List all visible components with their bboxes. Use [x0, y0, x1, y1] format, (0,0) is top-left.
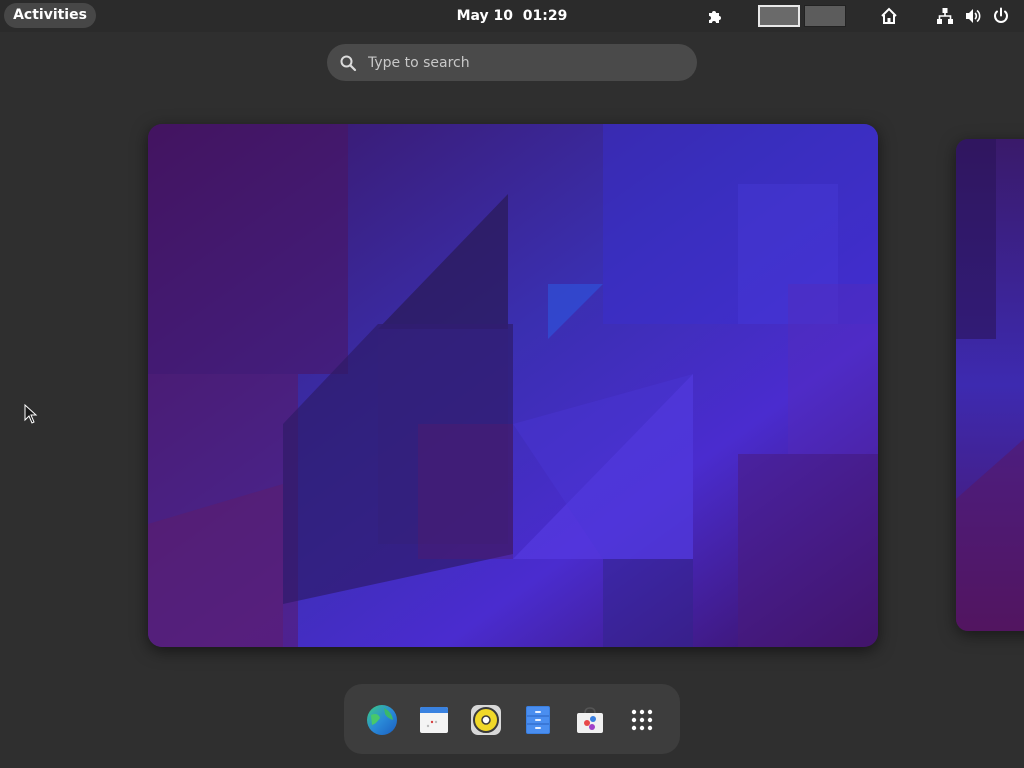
clock-button[interactable]: May 10 01:29: [430, 0, 594, 32]
system-status-menu[interactable]: [930, 0, 1016, 32]
software-store-icon[interactable]: [573, 703, 607, 737]
workspace-thumb-1[interactable]: [758, 5, 800, 27]
workspace-thumbnail-current[interactable]: [148, 124, 878, 647]
mouse-cursor-icon: [24, 404, 38, 424]
workspace-thumbnail-next[interactable]: [956, 139, 1024, 631]
home-icon[interactable]: [878, 0, 900, 32]
rhythmbox-music-icon[interactable]: [469, 703, 503, 737]
web-browser-icon[interactable]: [365, 703, 399, 737]
volume-icon: [963, 6, 983, 26]
power-icon: [991, 6, 1011, 26]
clock-date: May 10: [456, 8, 514, 24]
files-cabinet-icon[interactable]: [521, 703, 555, 737]
search-input[interactable]: [363, 44, 688, 81]
network-wired-icon: [935, 6, 955, 26]
search-icon: [340, 55, 357, 72]
wallpaper-image-next: [956, 139, 1024, 631]
clock-time: 01:29: [522, 8, 568, 24]
workspace-thumb-2[interactable]: [804, 5, 846, 27]
wallpaper-image: [148, 124, 878, 647]
search-bar[interactable]: [327, 44, 697, 81]
show-apps-grid-icon[interactable]: [625, 703, 659, 737]
calendar-icon[interactable]: [417, 703, 451, 737]
dash: [344, 684, 680, 754]
workspace-indicator[interactable]: [756, 0, 848, 32]
activities-button[interactable]: Activities: [4, 3, 96, 28]
top-bar: Activities May 10 01:29: [0, 0, 1024, 32]
extensions-icon[interactable]: [704, 0, 726, 32]
